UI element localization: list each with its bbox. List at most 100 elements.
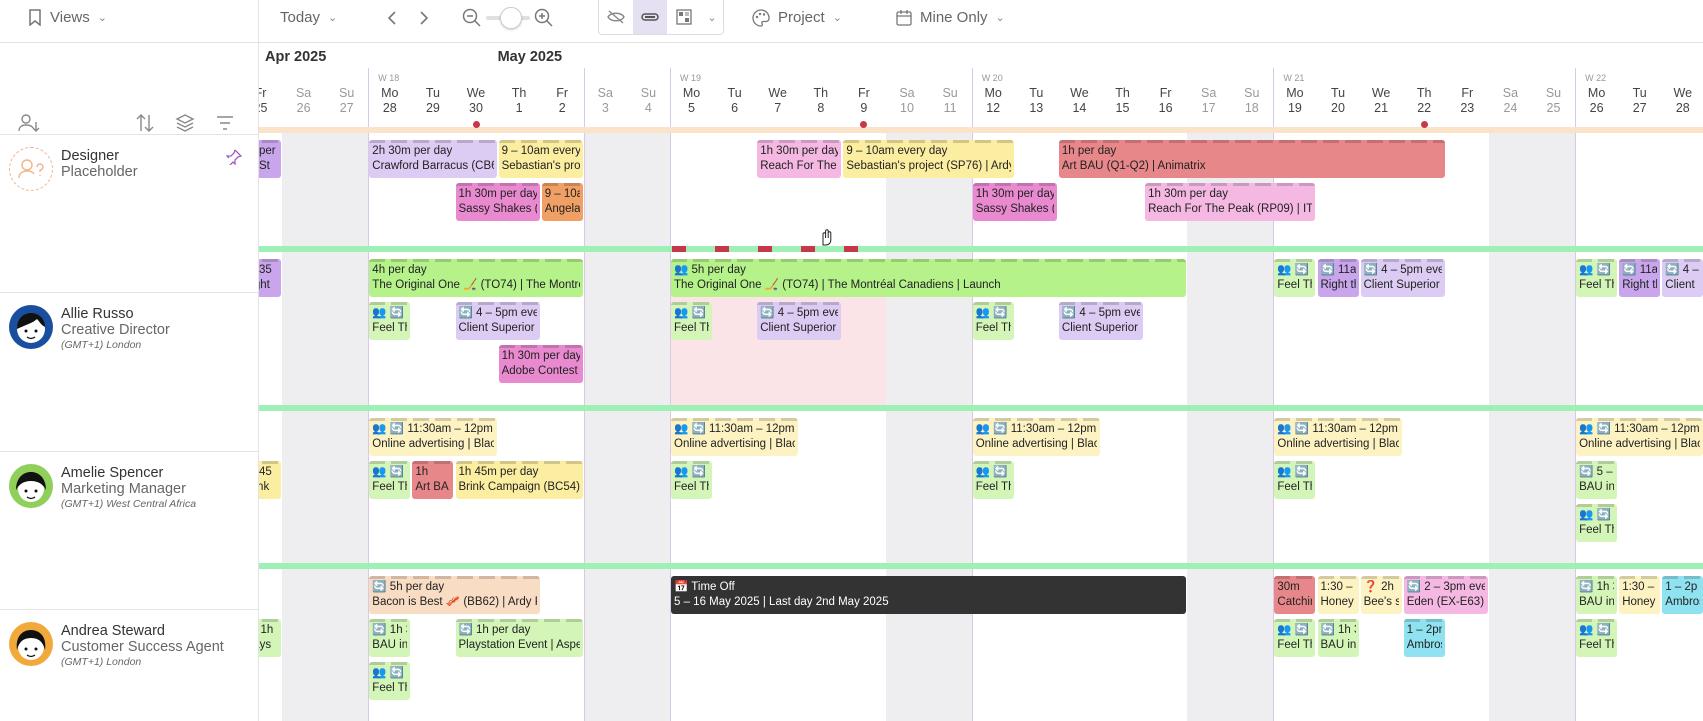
allocation-block[interactable]: 9 – 10am every Sebastian's proj: [498, 140, 583, 178]
allocation-block[interactable]: 1:30 – Honey: [1317, 576, 1359, 614]
day-number: 30: [469, 101, 483, 115]
mine-only-dropdown[interactable]: Mine Only ⌄: [896, 0, 1005, 35]
allocation-block[interactable]: 🔄 1h 3 BAU in: [369, 619, 411, 657]
allocation-time: 1h per day: [259, 145, 278, 157]
weekend-column: [1532, 129, 1576, 721]
allocation-block[interactable]: 👥 🔄 2 Feel Th: [1576, 619, 1618, 657]
allocation-block[interactable]: 🔄 4 – 5pm ever Client Superior N: [1058, 302, 1144, 340]
allocation-project: Brink: [259, 481, 270, 493]
allocation-block[interactable]: 4h per day The Original One 🏒 (TO74) | Th…: [369, 259, 583, 297]
project-label: Project: [778, 9, 825, 26]
allocation-block[interactable]: 👥 🔄 2 Feel Th: [369, 302, 411, 340]
person-row-allie-russo[interactable]: Allie Russo Creative Director (GMT+1) Lo…: [0, 292, 258, 451]
allocation-block[interactable]: 👥 🔄 2 Feel Th: [972, 302, 1014, 340]
allocation-block[interactable]: 🔄 11a Right th: [1619, 259, 1661, 297]
allocation-block[interactable]: 1:30 – Honey: [1619, 576, 1661, 614]
allocation-block[interactable]: 30m Catchin: [1274, 576, 1316, 614]
allocation-block[interactable]: 👥 🔄 11:30am – 12pm e Online advertising |…: [369, 418, 497, 456]
day-name: Th: [511, 86, 527, 100]
allocation-block[interactable]: 📅 Time Off 5 – 16 May 2025 | Last day 2nd…: [671, 576, 1187, 614]
allocation-block[interactable]: 1h per day Art BAU (Q1-Q2) | Animatrix: [1058, 140, 1445, 178]
allocation-block[interactable]: 1h 30m per day Sassy Shakes (SS: [455, 183, 540, 221]
person-row-designer[interactable]: Designer Placeholder: [0, 134, 258, 292]
allocation-block[interactable]: 🔄 5h per day Bacon is Best 🥓 (BB62) | Ard…: [369, 576, 540, 614]
allocation-block[interactable]: ❓ 2h Bee's st: [1360, 576, 1402, 614]
today-dropdown[interactable]: Today ⌄: [272, 0, 337, 35]
allocation-project: Honey: [1622, 596, 1656, 608]
zoom-slider[interactable]: [486, 6, 530, 29]
next-button[interactable]: [418, 0, 430, 35]
allocation-block[interactable]: 1h 30m per day Adobe Contest (: [498, 345, 583, 383]
allocation-block[interactable]: 9 – 10am every day Sebastian's project (S…: [843, 140, 1014, 178]
allocation-block[interactable]: 1h 30m per day Reach For The P: [757, 140, 842, 178]
allocation-block[interactable]: 1h 45m per day Brink Campaign (BC54) |: [455, 461, 583, 499]
allocation-block[interactable]: 🔄 1h Plays: [259, 619, 282, 657]
person-name: Allie Russo: [61, 306, 134, 322]
allocation-block[interactable]: 👥 🔄 11:30am – 12pm e Online advertising |…: [671, 418, 799, 456]
allocation-project: Sebastian's proj: [501, 160, 580, 172]
allocation-block[interactable]: 🔄 4 – Client: [1662, 259, 1703, 297]
allocation-block[interactable]: 🔄 1h 3 BAU in: [1317, 619, 1359, 657]
display-dropdown[interactable]: ⌄: [701, 0, 723, 34]
allocation-block[interactable]: 👥 🔄 2 Feel Th: [972, 461, 1014, 499]
prev-button[interactable]: [386, 0, 398, 35]
overallocation-mark: [672, 246, 686, 252]
allocation-block[interactable]: 👥 🔄 2 Feel Th: [671, 461, 713, 499]
allocation-block[interactable]: 🔄 11a Right th: [1317, 259, 1359, 297]
day-number: 24: [1503, 101, 1518, 115]
day-name: We: [768, 86, 787, 100]
allocation-block[interactable]: 1h 45 Brink: [259, 461, 282, 499]
allocation-block[interactable]: 👥 🔄 2 Feel Th: [1576, 504, 1618, 542]
zoom-out-icon[interactable]: [462, 8, 482, 28]
allocation-block[interactable]: 🔄 4 – 5pm ever Client Superior N: [1360, 259, 1445, 297]
day-name: Su: [1244, 86, 1260, 100]
day-name: Fr: [857, 86, 870, 100]
week-label: W 22: [1585, 73, 1607, 83]
month-divider: [583, 68, 585, 721]
allocation-block[interactable]: 🔄 1h per day Playstation Event | Asper: [455, 619, 583, 657]
allocation-block[interactable]: 1h 30m per day Sassy Shakes (SS: [972, 183, 1057, 221]
allocation-block[interactable]: 🔄 5 – (BAU in: [1576, 461, 1618, 499]
allocation-block[interactable]: 2h 30m per day Crawford Barracus (CB67: [369, 140, 497, 178]
allocation-block[interactable]: 👥 🔄 2 Feel Th: [1576, 259, 1618, 297]
hide-toggle[interactable]: [599, 0, 633, 34]
allocation-block[interactable]: 👥 🔄 2 Feel Th: [369, 461, 411, 499]
pin-icon[interactable]: [225, 149, 243, 170]
project-dropdown[interactable]: Project ⌄: [752, 0, 842, 35]
allocation-block[interactable]: 👥 5h per day The Original One 🏒 (TO74) | …: [671, 259, 1187, 297]
avatar: [9, 622, 53, 666]
person-row-andrea-steward[interactable]: Andrea Steward Customer Success Agent (G…: [0, 609, 258, 721]
bookmark-icon: [29, 9, 41, 26]
allocation-block[interactable]: 9 – 10a Angela: [541, 183, 583, 221]
zoom-in-icon[interactable]: [534, 8, 554, 28]
allocation-block[interactable]: 👥 🔄 2 Feel Th: [1274, 461, 1316, 499]
allocation-time: 1 – 2pm: [1406, 624, 1442, 636]
allocation-block[interactable]: 🔄 1h 3 BAU in: [1576, 576, 1618, 614]
allocation-block[interactable]: 🔄 4 – 5pm ever Client Superior N: [757, 302, 842, 340]
allocation-block[interactable]: 👥 🔄 2 Feel Th: [369, 662, 411, 700]
allocation-block[interactable]: 1h 30m per day Reach For The Peak (RP09) …: [1145, 183, 1316, 221]
compact-toggle[interactable]: [633, 0, 667, 34]
allocation-time: 1h 30m per day: [1148, 188, 1229, 200]
allocation-block[interactable]: 1h Art BA: [412, 461, 454, 499]
allocation-block[interactable]: 👥 🔄 2 Feel Th: [1274, 259, 1316, 297]
allocation-block[interactable]: 1h 35 Right: [259, 259, 282, 297]
allocation-block[interactable]: 1 – 2p Ambros: [1662, 576, 1703, 614]
allocation-block[interactable]: 🔄 2 – 3pm ever Eden (EX-E63) |: [1403, 576, 1488, 614]
allocation-block[interactable]: 👥 🔄 11:30am – 12pm e Online advertising |…: [972, 418, 1100, 456]
allocation-project: Feel Th: [1277, 481, 1313, 493]
allocation-block[interactable]: 👥 🔄 2 Feel Th: [671, 302, 713, 340]
zoom-slider-handle[interactable]: [500, 6, 522, 29]
allocation-block[interactable]: 1 – 2pm Ambros: [1403, 619, 1445, 657]
allocation-block[interactable]: 🔄 4 – 5pm ever Client Superior N: [455, 302, 540, 340]
heatmap-toggle[interactable]: [667, 0, 701, 34]
day-name: Su: [339, 86, 355, 100]
chevron-down-icon: ⌄: [832, 12, 842, 24]
views-dropdown[interactable]: Views ⌄: [28, 0, 107, 35]
grid-icon: [676, 9, 692, 25]
allocation-block[interactable]: 👥 🔄 2 Feel Th: [1274, 619, 1316, 657]
allocation-block[interactable]: 1h per day All St: [259, 140, 282, 178]
allocation-block[interactable]: 👥 🔄 11:30am – 12pm e Online advertising |…: [1274, 418, 1402, 456]
person-row-amelie-spencer[interactable]: Amelie Spencer Marketing Manager (GMT+1)…: [0, 451, 258, 609]
allocation-block[interactable]: 👥 🔄 11:30am – 12pm e Online advertising |…: [1576, 418, 1703, 456]
